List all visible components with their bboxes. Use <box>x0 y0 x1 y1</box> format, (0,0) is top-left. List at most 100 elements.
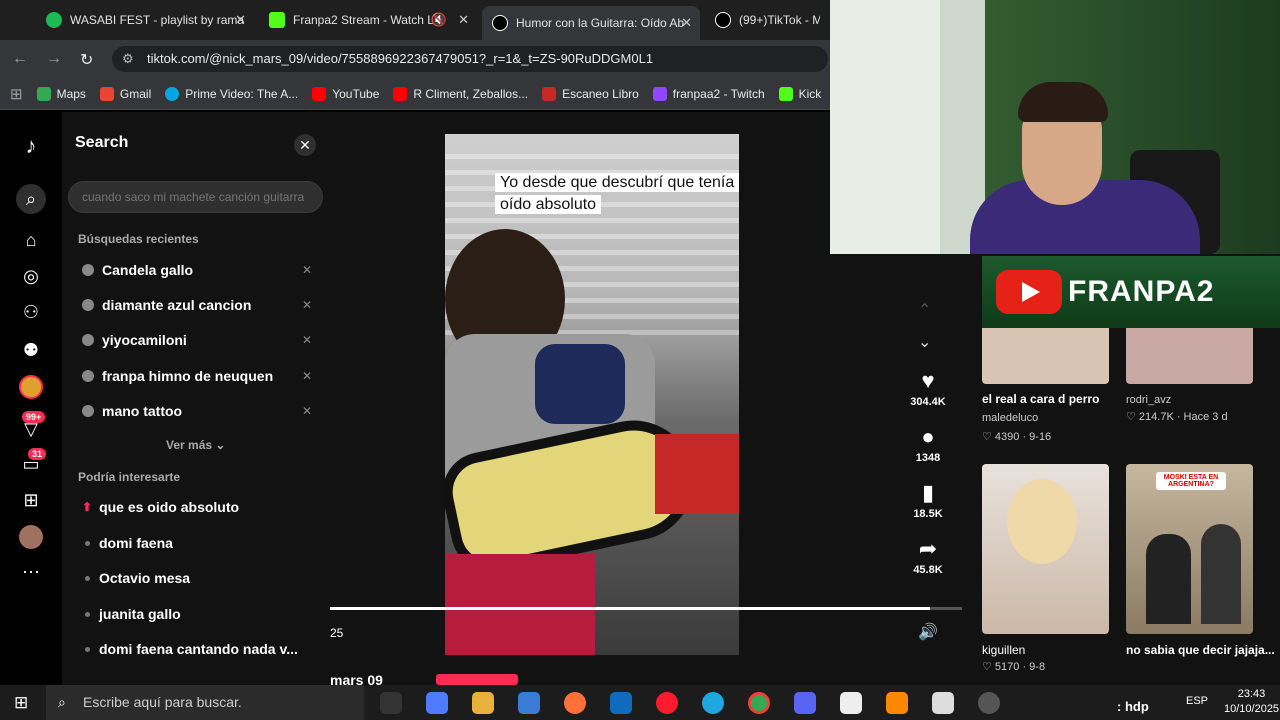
obs-icon[interactable] <box>978 692 1000 714</box>
search-icon[interactable]: ⌕ <box>16 184 46 214</box>
mute-tab-icon[interactable]: 🔇 <box>431 12 447 28</box>
upload-icon[interactable]: ⊞ <box>19 488 43 512</box>
volume-icon[interactable]: 🔊 <box>918 622 938 642</box>
suggestion-item[interactable]: juanita gallo <box>82 604 312 624</box>
clock-icon <box>82 370 94 382</box>
related-user[interactable]: kiguillen <box>982 643 1025 657</box>
bookmark-escaneo[interactable]: Escaneo Libro <box>542 86 639 101</box>
recent-item[interactable]: mano tattoo ✕ <box>82 401 312 421</box>
close-search-button[interactable]: ✕ <box>294 134 316 156</box>
next-video-icon[interactable]: ⌄ <box>918 332 931 352</box>
reload-icon[interactable]: ↻ <box>80 50 93 70</box>
tiktok-logo-icon[interactable]: ♪ <box>19 134 43 158</box>
discord-icon[interactable] <box>794 692 816 714</box>
store-icon[interactable] <box>518 692 540 714</box>
bookmark-kick[interactable]: Kick <box>778 86 821 101</box>
bookmark-prime[interactable]: Prime Video: The A... <box>165 86 298 101</box>
forward-icon[interactable]: → <box>46 50 62 68</box>
explore-icon[interactable]: ◎ <box>19 264 43 288</box>
author-name[interactable]: mars 09 <box>330 672 383 685</box>
comment-button[interactable]: ● 1348 <box>898 424 958 464</box>
tab-tiktok[interactable]: (99+)TikTok - Make <box>705 6 830 34</box>
thumb-text: MOSKI ESTA EN ARGENTINA? <box>1156 472 1226 490</box>
related-title[interactable]: el real a cara d perro <box>982 392 1099 406</box>
recent-item[interactable]: Candela gallo ✕ <box>82 260 312 280</box>
recent-item[interactable]: diamante azul cancion ✕ <box>82 295 312 315</box>
more-icon[interactable]: ⋯ <box>19 560 43 584</box>
search-input[interactable] <box>68 181 323 213</box>
app-icon[interactable] <box>932 692 954 714</box>
remove-icon[interactable]: ✕ <box>302 333 312 347</box>
related-user[interactable]: rodri_avz <box>1126 394 1171 406</box>
remove-icon[interactable]: ✕ <box>302 263 312 277</box>
capcut-icon[interactable] <box>840 692 862 714</box>
tab-tiktok-active[interactable]: Humor con la Guitarra: Oído Ab ✕ <box>482 6 700 40</box>
bookmark-gmail[interactable]: Gmail <box>99 86 151 101</box>
see-more-link[interactable]: Ver más ⌄ <box>166 438 225 452</box>
outlook-icon[interactable] <box>610 692 632 714</box>
close-tab-icon[interactable]: ✕ <box>235 12 246 28</box>
friends-icon[interactable]: ⚉ <box>19 338 43 362</box>
suggestion-item[interactable]: domi faena <box>82 533 312 553</box>
close-tab-icon[interactable]: ✕ <box>681 15 692 31</box>
recent-item[interactable]: franpa himno de neuquen ✕ <box>82 366 312 386</box>
edge-icon[interactable] <box>702 692 724 714</box>
video-progress-bar[interactable] <box>330 607 962 610</box>
suggestion-item[interactable]: ⬆ que es oido absoluto <box>82 497 312 517</box>
remove-icon[interactable]: ✕ <box>302 369 312 383</box>
related-title[interactable]: no sabia que decir jajaja... <box>1126 643 1275 657</box>
remove-icon[interactable]: ✕ <box>302 298 312 312</box>
task-view-icon[interactable] <box>380 692 402 714</box>
windows-start-icon[interactable]: ⊞ <box>14 693 28 713</box>
chrome-icon[interactable] <box>748 692 770 714</box>
bookmark-youtube[interactable]: YouTube <box>312 86 379 101</box>
previous-video-icon[interactable]: ⌃ <box>918 300 931 320</box>
thumb-person <box>1146 534 1191 624</box>
live-icon[interactable] <box>19 375 43 399</box>
tab-spotify[interactable]: WASABI FEST - playlist by rama ✕ <box>36 6 254 34</box>
apps-icon[interactable]: ⊞ <box>10 85 23 103</box>
video-thumbnail[interactable] <box>982 464 1109 634</box>
recent-item[interactable]: yiyocamiloni ✕ <box>82 330 312 350</box>
suggestion-item[interactable]: Octavio mesa <box>82 568 312 588</box>
vlc-icon[interactable] <box>886 692 908 714</box>
back-icon[interactable]: ← <box>12 50 28 68</box>
clock-icon <box>82 264 94 276</box>
bookmark-climent[interactable]: R Climent, Zeballos... <box>393 86 528 101</box>
remove-icon[interactable]: ✕ <box>302 404 312 418</box>
thumb-person <box>1201 524 1241 624</box>
youtube-icon <box>393 86 408 101</box>
bookmark-icon: ▮ <box>921 480 935 505</box>
firefox-icon[interactable] <box>564 692 586 714</box>
home-icon[interactable]: ⌂ <box>19 228 43 252</box>
bookmark-maps[interactable]: Maps <box>36 86 86 101</box>
profile-avatar[interactable] <box>19 525 43 549</box>
video-thumbnail[interactable]: MOSKI ESTA EN ARGENTINA? <box>1126 464 1253 634</box>
copilot-icon[interactable] <box>426 692 448 714</box>
related-user[interactable]: maledeluco <box>982 412 1038 424</box>
close-tab-icon[interactable]: ✕ <box>458 12 469 28</box>
site-info-icon[interactable]: ⚙ <box>122 46 134 72</box>
url-bar[interactable]: ⚙ tiktok.com/@nick_mars_09/video/7558896… <box>112 46 828 72</box>
opera-icon[interactable] <box>656 692 678 714</box>
file-explorer-icon[interactable] <box>472 692 494 714</box>
language-indicator[interactable]: ESP <box>1186 695 1208 707</box>
left-rail: ♪ ⌕ ⌂ ◎ ⚇ ⚉ ▽ 99+ ▭ 31 ⊞ ⋯ <box>0 112 62 685</box>
blanket <box>445 554 595 655</box>
clock[interactable]: 23:43 10/10/2025 <box>1224 687 1279 717</box>
following-icon[interactable]: ⚇ <box>19 300 43 324</box>
like-button[interactable]: ♥ 304.4K <box>898 368 958 408</box>
save-button[interactable]: ▮ 18.5K <box>898 480 958 520</box>
youtube-icon <box>312 86 327 101</box>
taskbar-search[interactable]: ⌕ Escribe aquí para buscar. <box>46 685 364 720</box>
trending-icon: ⬆ <box>82 500 93 514</box>
progress-fill <box>330 607 931 610</box>
video-player[interactable]: Yo desde que descubrí que tenía oído abs… <box>445 134 739 655</box>
follow-button[interactable] <box>436 674 518 685</box>
suggestion-item[interactable]: domi faena cantando nada v... <box>82 639 312 659</box>
tab-kick[interactable]: Franpa2 Stream - Watch Liv 🔇 ✕ <box>259 6 477 34</box>
bookmark-twitch[interactable]: franpaa2 - Twitch <box>652 86 765 101</box>
tiktok-page: ♪ ⌕ ⌂ ◎ ⚇ ⚉ ▽ 99+ ▭ 31 ⊞ ⋯ Search ✕ Búsq… <box>0 112 962 685</box>
share-button[interactable]: ➦ 45.8K <box>898 536 958 576</box>
video-caption: Yo desde que descubrí que tenía oído abs… <box>495 172 739 216</box>
